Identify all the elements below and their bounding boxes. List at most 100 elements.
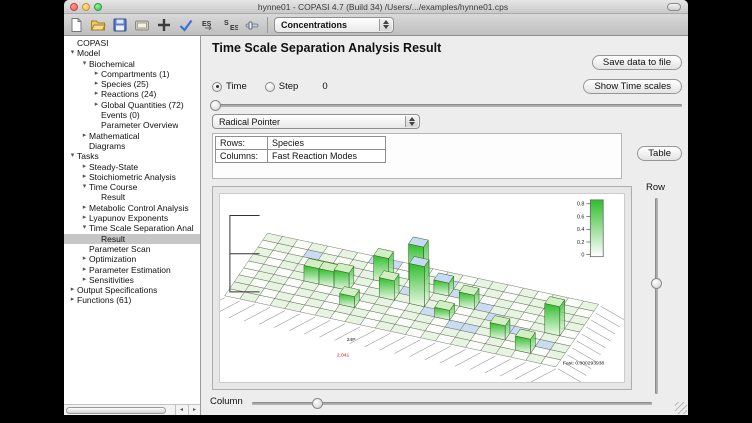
sidebar-item-result[interactable]: Result [64,192,200,202]
disclosure-triangle-icon[interactable]: ▸ [80,131,89,141]
disclosure-triangle-icon[interactable]: ▸ [68,285,77,295]
sidebar-item-time-scale-separation-anal[interactable]: ▾Time Scale Separation Anal [64,223,200,233]
svg-text:ES: ES [230,25,238,32]
sidebar-item-parameter-estimation[interactable]: ▸Parameter Estimation [64,265,200,275]
disclosure-triangle-icon[interactable]: ▸ [92,79,101,89]
sidebar-item-label: Result [101,234,125,244]
sidebar-item-parameter-overview[interactable]: Parameter Overview [64,120,200,130]
time-slider[interactable] [210,100,682,111]
disclosure-triangle-icon[interactable]: ▸ [92,100,101,110]
time-slider-track[interactable] [210,104,682,107]
sidebar-item-time-course[interactable]: ▾Time Course [64,182,200,192]
disclosure-triangle-icon[interactable]: ▾ [80,59,89,69]
sidebar-item-lyapunov-exponents[interactable]: ▸Lyapunov Exponents [64,213,200,223]
sidebar-item-optimization[interactable]: ▸Optimization [64,254,200,264]
save-data-button[interactable]: Save data to file [592,55,682,70]
disclosure-triangle-icon[interactable]: ▸ [80,172,89,182]
row-slider-track[interactable] [655,198,658,394]
disclosure-triangle-icon[interactable]: ▸ [80,275,89,285]
sidebar-item-label: Mathematical [89,131,140,141]
disclosure-triangle-icon[interactable]: ▸ [80,265,89,275]
disclosure-triangle-icon[interactable]: ▾ [80,182,89,192]
disclosure-triangle-icon[interactable]: ▸ [92,69,101,79]
sidebar-item-label: Lyapunov Exponents [89,213,168,223]
sidebar-item-metabolic-control-analysis[interactable]: ▸Metabolic Control Analysis [64,203,200,213]
sidebar-item-model[interactable]: ▾Model [64,48,200,58]
sidebar-item-compartments-1[interactable]: ▸Compartments (1) [64,69,200,79]
sidebar-item-steady-state[interactable]: ▸Steady-State [64,162,200,172]
scroll-right-icon[interactable]: ▸ [188,405,200,415]
show-time-scales-button[interactable]: Show Time scales [583,79,682,94]
time-radio[interactable] [212,82,222,92]
disclosure-triangle-icon[interactable]: ▸ [80,203,89,213]
sidebar-item-stoichiometric-analysis[interactable]: ▸Stoichiometric Analysis [64,172,200,182]
resize-grip-icon[interactable] [675,402,687,414]
disclosure-triangle-icon[interactable]: ▸ [80,162,89,172]
sidebar-item-label: Metabolic Control Analysis [89,203,189,213]
sidebar-item-events-0[interactable]: Events (0) [64,110,200,120]
sidebar-item-label: Time Course [89,182,137,192]
row-slider-label: Row [646,182,665,193]
sidebar-item-tasks[interactable]: ▾Tasks [64,151,200,161]
particle-number-view-icon[interactable]: SES [220,16,240,34]
sidebar-item-label: Functions (61) [77,295,131,305]
sidebar-item-result[interactable]: Result [64,234,200,244]
sidebar-item-mathematical[interactable]: ▸Mathematical [64,131,200,141]
bar-chart-canvas[interactable]: 0.80.60.40.2024P2.041Fast: 0.000293938 [219,193,625,383]
close-button[interactable] [70,3,78,11]
column-slider-knob[interactable] [312,398,323,409]
disclosure-triangle-icon[interactable]: ▸ [68,295,77,305]
disclosure-triangle-icon[interactable]: ▸ [92,89,101,99]
scrollbar-thumb[interactable] [66,407,166,414]
sidebar-item-diagrams[interactable]: Diagrams [64,141,200,151]
rows-label: Rows: [216,137,268,150]
sidebar-item-functions-61[interactable]: ▸Functions (61) [64,295,200,305]
row-slider[interactable] [651,198,662,394]
disclosure-triangle-icon[interactable]: ▾ [68,48,77,58]
sidebar-item-species-25[interactable]: ▸Species (25) [64,79,200,89]
sidebar-item-reactions-24[interactable]: ▸Reactions (24) [64,89,200,99]
minimize-button[interactable] [82,3,90,11]
columns-value: Fast Reaction Modes [268,150,386,163]
show-sliders-icon[interactable] [242,16,262,34]
sidebar-item-label: Time Scale Separation Anal [89,223,194,233]
result-type-dropdown[interactable]: Radical Pointer [212,114,420,129]
time-radio-label: Time [226,81,247,92]
screen: hynne01 - COPASI 4.7 (Build 34) /Users/.… [0,0,752,423]
disclosure-triangle-icon[interactable]: ▸ [80,254,89,264]
sidebar-item-biochemical[interactable]: ▾Biochemical [64,59,200,69]
add-icon[interactable] [154,16,174,34]
sidebar-item-parameter-scan[interactable]: Parameter Scan [64,244,200,254]
sidebar-item-output-specifications[interactable]: ▸Output Specifications [64,285,200,295]
new-file-icon[interactable] [66,16,86,34]
step-radio[interactable] [265,82,275,92]
row-slider-knob[interactable] [651,278,662,289]
checkmark-icon[interactable] [176,16,196,34]
sidebar-item-label: Sensitivities [89,275,134,285]
zoom-button[interactable] [94,3,102,11]
view-selector-dropdown[interactable]: Concentrations [274,17,394,33]
disclosure-triangle-icon[interactable]: ▾ [80,223,89,233]
rows-value: Species [268,137,386,150]
toolbar-toggle-pill[interactable] [667,3,681,11]
table-button[interactable]: Table [637,146,682,161]
sidebar-item-label: Result [101,192,125,202]
disclosure-triangle-icon[interactable]: ▸ [80,213,89,223]
sidebar-item-label: Parameter Scan [89,244,150,254]
export-image-icon[interactable] [132,16,152,34]
navigation-sidebar: COPASI▾Model▾Biochemical▸Compartments (1… [64,36,201,415]
save-file-icon[interactable] [110,16,130,34]
svg-text:Fast: 0.000293938: Fast: 0.000293938 [563,360,604,366]
sidebar-horizontal-scrollbar[interactable]: ◂ ▸ [64,404,200,415]
concentration-view-icon[interactable]: ES [198,16,218,34]
scroll-left-icon[interactable]: ◂ [175,405,187,415]
disclosure-triangle-icon[interactable]: ▾ [68,151,77,161]
sidebar-item-sensitivities[interactable]: ▸Sensitivities [64,275,200,285]
columns-label: Columns: [216,150,268,163]
svg-text:0.2: 0.2 [577,240,585,246]
open-file-icon[interactable] [88,16,108,34]
sidebar-item-copasi[interactable]: COPASI [64,38,200,48]
column-slider[interactable] [252,398,652,409]
sidebar-item-global-quantities-72[interactable]: ▸Global Quantities (72) [64,100,200,110]
time-slider-knob[interactable] [210,100,221,111]
